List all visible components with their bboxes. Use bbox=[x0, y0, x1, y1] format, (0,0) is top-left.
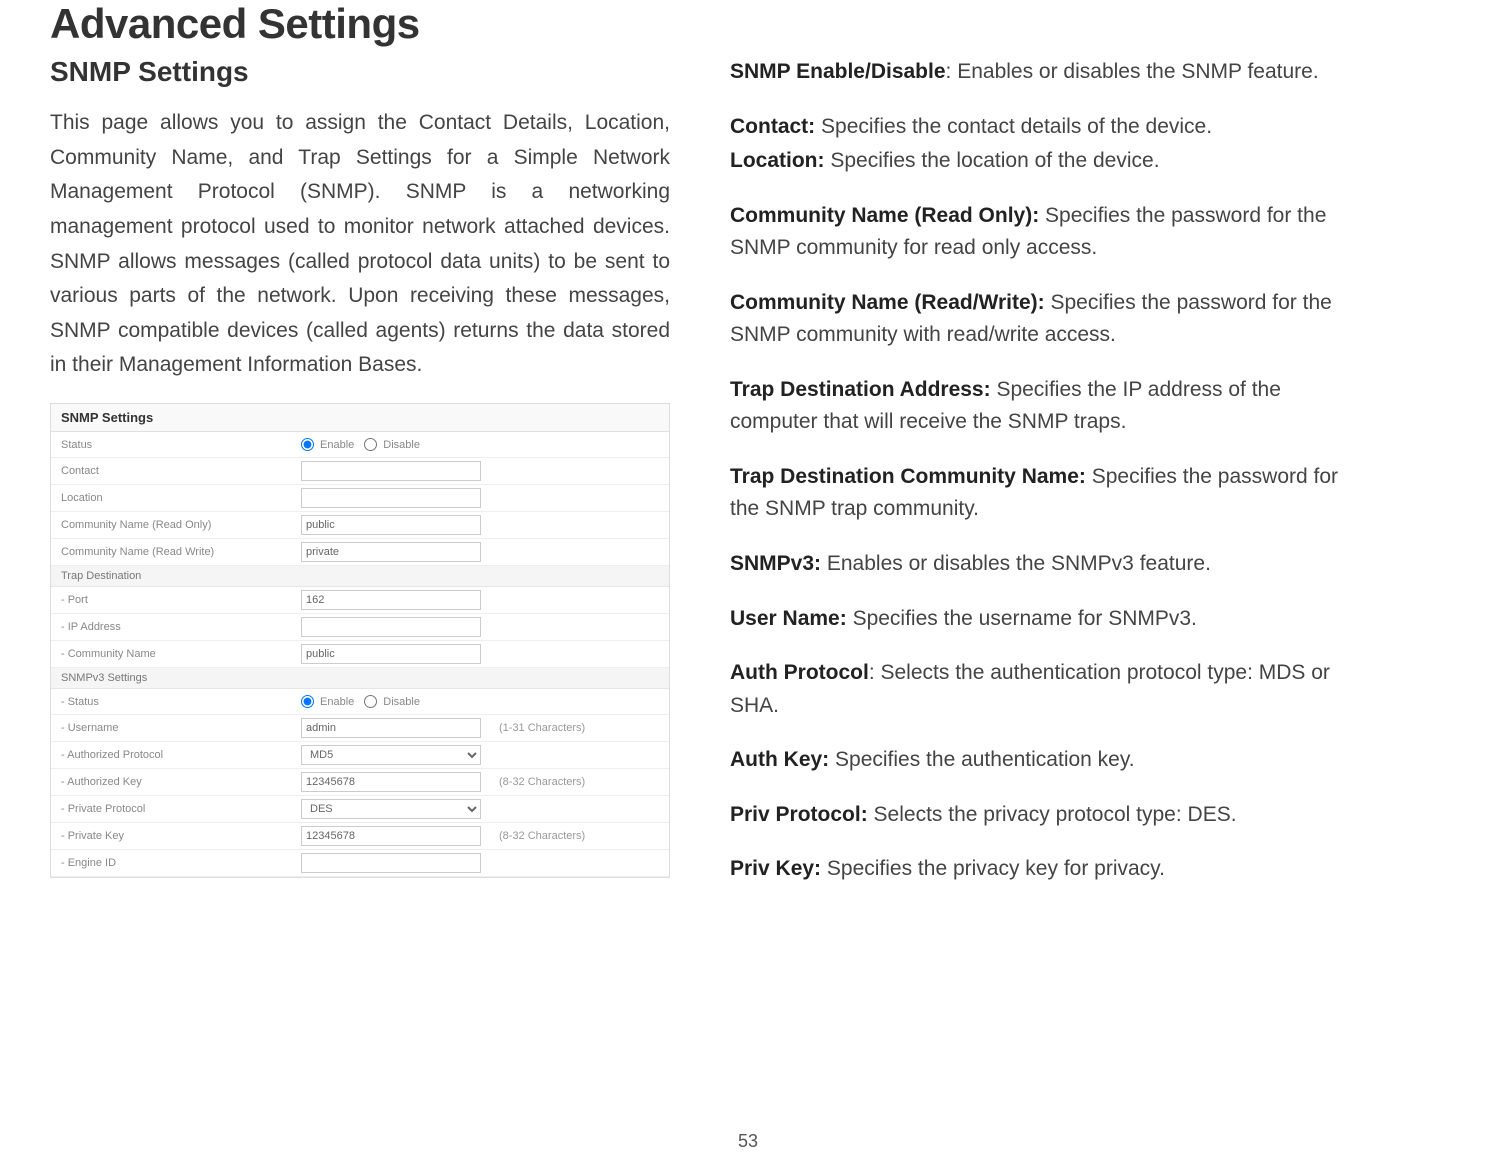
label-comm-ro: Community Name (Read Only) bbox=[61, 519, 301, 531]
hint-authk: (8-32 Characters) bbox=[499, 776, 585, 788]
row-v3-status: - Status Enable Disable bbox=[51, 689, 669, 715]
radio-v3-disable[interactable] bbox=[364, 695, 377, 708]
row-comm-rw: Community Name (Read Write) bbox=[51, 539, 669, 566]
input-location[interactable] bbox=[301, 488, 481, 508]
def-authk: Auth Key: Specifies the authentication k… bbox=[730, 744, 1350, 777]
hint-privk: (8-32 Characters) bbox=[499, 830, 585, 842]
label-status: Status bbox=[61, 439, 301, 451]
row-v3-username: - Username (1-31 Characters) bbox=[51, 715, 669, 742]
radio-v3-enable[interactable] bbox=[301, 695, 314, 708]
input-v3-engine[interactable] bbox=[301, 853, 481, 873]
def-tdcn: Trap Destination Community Name: Specifi… bbox=[730, 461, 1350, 526]
right-column: SNMP Enable/Disable: Enables or disables… bbox=[730, 56, 1350, 908]
input-contact[interactable] bbox=[301, 461, 481, 481]
label-ip: - IP Address bbox=[61, 621, 301, 633]
page-number: 53 bbox=[738, 1131, 758, 1152]
input-trap-comm[interactable] bbox=[301, 644, 481, 664]
label-port: - Port bbox=[61, 594, 301, 606]
input-v3-authk[interactable] bbox=[301, 772, 481, 792]
label-v3-privp: - Private Protocol bbox=[61, 803, 301, 815]
input-comm-rw[interactable] bbox=[301, 542, 481, 562]
label-v3-username: - Username bbox=[61, 722, 301, 734]
row-contact: Contact bbox=[51, 458, 669, 485]
label-v3-authp: - Authorized Protocol bbox=[61, 749, 301, 761]
snmpv3-header: SNMPv3 Settings bbox=[51, 668, 669, 689]
input-port[interactable] bbox=[301, 590, 481, 610]
row-v3-authk: - Authorized Key (8-32 Characters) bbox=[51, 769, 669, 796]
def-user: User Name: Specifies the username for SN… bbox=[730, 603, 1350, 636]
left-column: SNMP Settings This page allows you to as… bbox=[50, 56, 670, 908]
row-status: Status Enable Disable bbox=[51, 432, 669, 458]
input-ip[interactable] bbox=[301, 617, 481, 637]
label-v3-enable: Enable bbox=[320, 696, 354, 708]
label-v3-disable: Disable bbox=[383, 696, 420, 708]
row-port: - Port bbox=[51, 587, 669, 614]
row-comm-ro: Community Name (Read Only) bbox=[51, 512, 669, 539]
radio-disable-status[interactable] bbox=[364, 438, 377, 451]
def-location: Location: Specifies the location of the … bbox=[730, 145, 1350, 178]
row-ip: - IP Address bbox=[51, 614, 669, 641]
label-v3-authk: - Authorized Key bbox=[61, 776, 301, 788]
hint-username: (1-31 Characters) bbox=[499, 722, 585, 734]
row-v3-engine: - Engine ID bbox=[51, 850, 669, 877]
row-v3-authp: - Authorized Protocol MD5 bbox=[51, 742, 669, 769]
snmp-panel-header: SNMP Settings bbox=[51, 404, 669, 432]
row-location: Location bbox=[51, 485, 669, 512]
def-authp: Auth Protocol: Selects the authenticatio… bbox=[730, 657, 1350, 722]
def-tda: Trap Destination Address: Specifies the … bbox=[730, 374, 1350, 439]
label-comm-rw: Community Name (Read Write) bbox=[61, 546, 301, 558]
def-privk: Priv Key: Specifies the privacy key for … bbox=[730, 853, 1350, 886]
def-comm-rw: Community Name (Read/Write): Specifies t… bbox=[730, 287, 1350, 352]
section-title-snmp: SNMP Settings bbox=[50, 56, 670, 88]
label-v3-privk: - Private Key bbox=[61, 830, 301, 842]
input-comm-ro[interactable] bbox=[301, 515, 481, 535]
label-disable: Disable bbox=[383, 439, 420, 451]
radio-enable-status[interactable] bbox=[301, 438, 314, 451]
page-title: Advanced Settings bbox=[50, 0, 1446, 48]
snmp-settings-panel: SNMP Settings Status Enable Disable Cont… bbox=[50, 403, 670, 878]
label-v3-engine: - Engine ID bbox=[61, 857, 301, 869]
label-trap-comm: - Community Name bbox=[61, 648, 301, 660]
label-contact: Contact bbox=[61, 465, 301, 477]
row-trap-comm: - Community Name bbox=[51, 641, 669, 668]
snmp-intro-paragraph: This page allows you to assign the Conta… bbox=[50, 106, 670, 383]
def-enable: SNMP Enable/Disable: Enables or disables… bbox=[730, 56, 1350, 89]
row-v3-privk: - Private Key (8-32 Characters) bbox=[51, 823, 669, 850]
label-v3-status: - Status bbox=[61, 696, 301, 708]
def-contact: Contact: Specifies the contact details o… bbox=[730, 111, 1350, 144]
row-v3-privp: - Private Protocol DES bbox=[51, 796, 669, 823]
label-enable: Enable bbox=[320, 439, 354, 451]
def-privp: Priv Protocol: Selects the privacy proto… bbox=[730, 799, 1350, 832]
def-comm-ro: Community Name (Read Only): Specifies th… bbox=[730, 200, 1350, 265]
def-v3: SNMPv3: Enables or disables the SNMPv3 f… bbox=[730, 548, 1350, 581]
trap-destination-header: Trap Destination bbox=[51, 566, 669, 587]
two-column-layout: SNMP Settings This page allows you to as… bbox=[50, 56, 1446, 908]
input-v3-username[interactable] bbox=[301, 718, 481, 738]
select-v3-privp[interactable]: DES bbox=[301, 799, 481, 819]
label-location: Location bbox=[61, 492, 301, 504]
select-v3-authp[interactable]: MD5 bbox=[301, 745, 481, 765]
input-v3-privk[interactable] bbox=[301, 826, 481, 846]
